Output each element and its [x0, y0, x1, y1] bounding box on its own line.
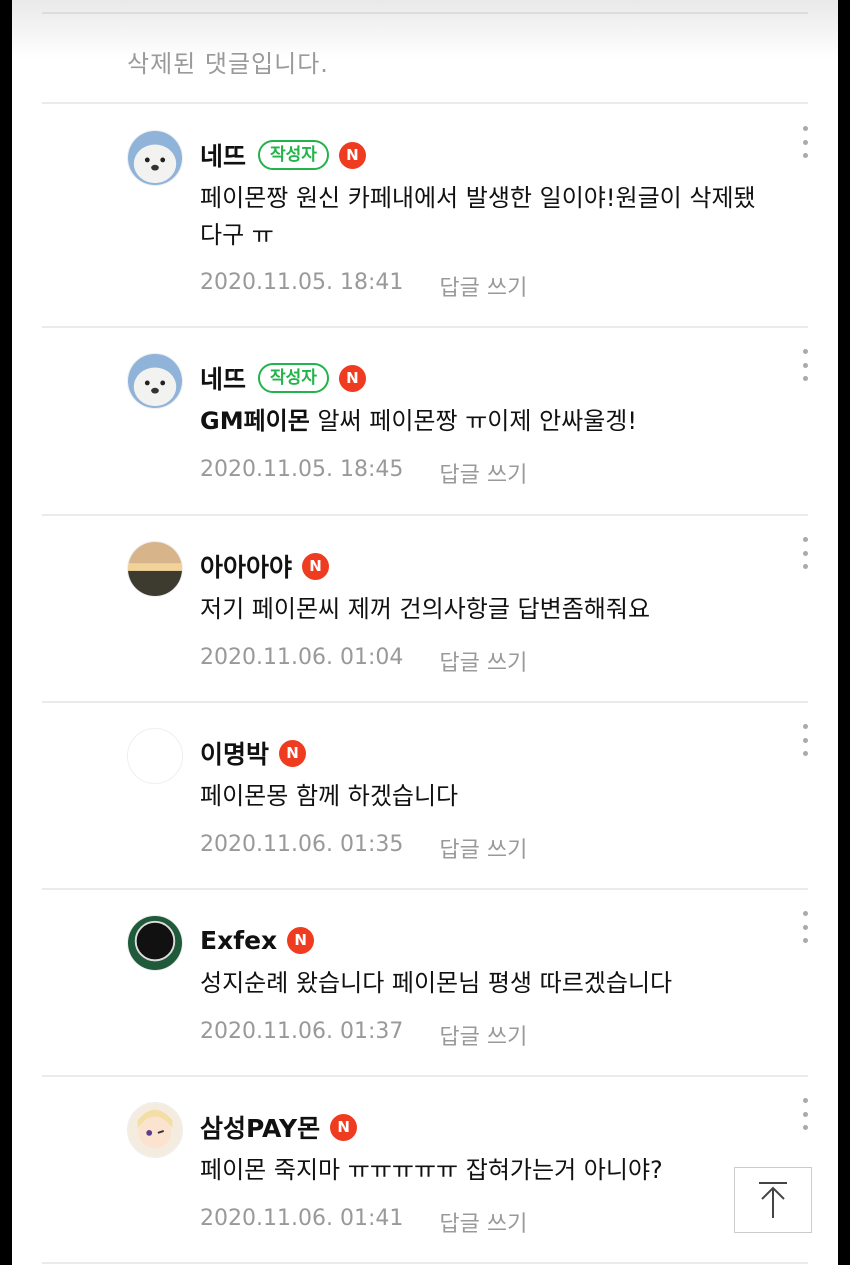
reply-button[interactable]: 답글 쓰기	[439, 457, 527, 489]
divider	[42, 1262, 808, 1264]
comment-date: 2020.11.05. 18:45	[200, 457, 404, 482]
n-badge-icon: N	[338, 141, 366, 169]
sunset-avatar-icon[interactable]	[127, 541, 183, 597]
mention-link[interactable]: GM페이몬	[200, 407, 310, 435]
comment-date: 2020.11.06. 01:04	[200, 645, 404, 670]
nickname[interactable]: Exfex	[200, 926, 277, 955]
scroll-to-top-button[interactable]	[734, 1167, 812, 1233]
more-options-icon[interactable]	[800, 537, 810, 569]
comment-text: 저기 페이몬씨 제꺼 건의사항글 답변좀해줘요	[200, 595, 651, 623]
divider	[42, 102, 808, 104]
empty-avatar-icon[interactable]	[127, 728, 183, 784]
reply-button[interactable]: 답글 쓰기	[439, 1019, 527, 1051]
comment-date: 2020.11.06. 01:37	[200, 1019, 404, 1044]
divider	[42, 701, 808, 703]
comment-text: 페이몬몽 함께 하겠습니다	[200, 782, 459, 810]
character-avatar-icon[interactable]	[127, 1102, 183, 1158]
n-badge-icon: N	[279, 739, 307, 767]
nickname[interactable]: 아아아야	[200, 548, 292, 584]
more-options-icon[interactable]	[800, 126, 810, 158]
deleted-comment-notice: 삭제된 댓글입니다.	[127, 50, 329, 78]
reply-button[interactable]: 답글 쓰기	[439, 645, 527, 677]
comment-date: 2020.11.05. 18:41	[200, 270, 404, 295]
comment-text: 성지순례 왔습니다 페이몬님 평생 따르겠습니다	[200, 969, 673, 997]
comment-text: 페이몬짱 원신 카페내에서 발생한 일이야!원글이 삭제됐다구 ㅠ	[200, 184, 756, 249]
nickname[interactable]: 네뜨	[200, 137, 246, 173]
more-options-icon[interactable]	[800, 724, 810, 756]
nickname[interactable]: 삼성PAY몬	[200, 1109, 320, 1145]
divider	[42, 888, 808, 890]
comment-text: GM페이몬 알써 페이몬짱 ㅠ이제 안싸울겡!	[200, 403, 760, 440]
nickname[interactable]: 이명박	[200, 735, 269, 771]
arrow-up-icon	[759, 1182, 787, 1218]
n-badge-icon: N	[287, 926, 315, 954]
seal-avatar-icon[interactable]	[127, 353, 183, 409]
more-options-icon[interactable]	[800, 1098, 810, 1130]
n-badge-icon: N	[330, 1113, 358, 1141]
dark-circle-avatar-icon[interactable]	[127, 915, 183, 971]
more-options-icon[interactable]	[800, 349, 810, 381]
divider	[42, 12, 808, 14]
n-badge-icon: N	[338, 364, 366, 392]
comment-page: 삭제된 댓글입니다. 네뜨 작성자 N 페이몬짱 원신 카페내에서 발생한 일이…	[12, 0, 838, 1265]
reply-button[interactable]: 답글 쓰기	[439, 270, 527, 302]
comment-date: 2020.11.06. 01:35	[200, 832, 404, 857]
reply-button[interactable]: 답글 쓰기	[439, 1206, 527, 1238]
reply-button[interactable]: 답글 쓰기	[439, 832, 527, 864]
more-options-icon[interactable]	[800, 911, 810, 943]
comment-date: 2020.11.06. 01:41	[200, 1206, 404, 1231]
nickname[interactable]: 네뜨	[200, 360, 246, 396]
writer-badge: 작성자	[258, 363, 329, 393]
comment-text-body: 알써 페이몬짱 ㅠ이제 안싸울겡!	[309, 407, 638, 435]
comment-text: 페이몬 죽지마 ㅠㅠㅠㅠㅠ 잡혀가는거 아니야?	[200, 1156, 663, 1184]
n-badge-icon: N	[302, 552, 330, 580]
divider	[42, 326, 808, 328]
writer-badge: 작성자	[258, 140, 329, 170]
divider	[42, 514, 808, 516]
seal-avatar-icon[interactable]	[127, 130, 183, 186]
divider	[42, 1075, 808, 1077]
